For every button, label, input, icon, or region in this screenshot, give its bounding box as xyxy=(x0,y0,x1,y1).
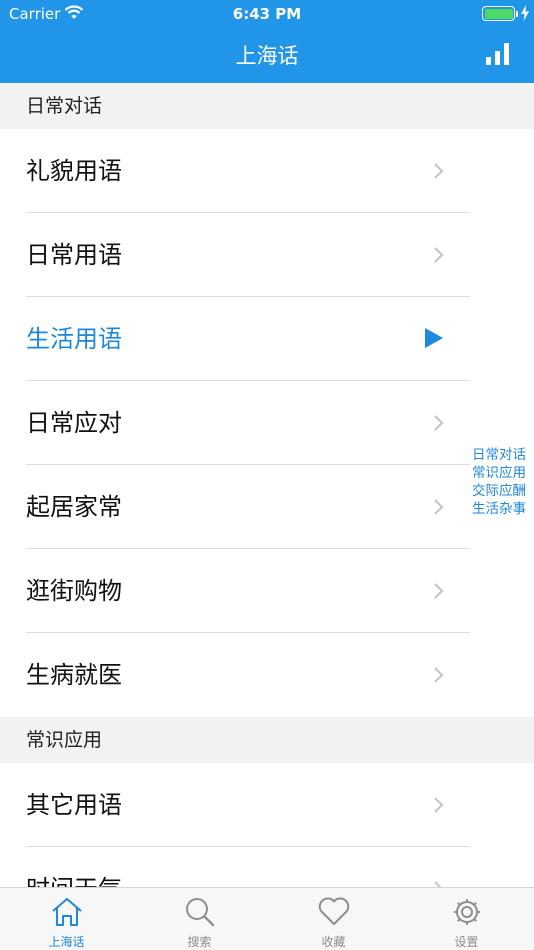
section-index[interactable]: 日常对话 常识应用 交际应酬 生活杂事 xyxy=(472,446,534,518)
home-icon xyxy=(50,896,84,932)
list-item[interactable]: 生病就医 xyxy=(0,633,534,717)
nav-header: Carrier 6:43 PM 上海话 xyxy=(0,0,534,83)
chevron-right-icon xyxy=(432,414,446,436)
status-time: 6:43 PM xyxy=(232,5,302,23)
list-item[interactable]: 时间天气 xyxy=(0,847,534,887)
section-index-item[interactable]: 交际应酬 xyxy=(472,482,534,500)
list-item[interactable]: 日常用语 xyxy=(0,213,534,297)
section-index-item[interactable]: 生活杂事 xyxy=(472,500,534,518)
tab-bar: 上海话 搜索 收藏 设置 xyxy=(0,887,534,950)
section-index-item[interactable]: 常识应用 xyxy=(472,464,534,482)
heart-icon xyxy=(317,896,351,930)
section-index-item[interactable]: 日常对话 xyxy=(472,446,534,464)
status-bar: Carrier 6:43 PM xyxy=(0,0,534,28)
tab-settings[interactable]: 设置 xyxy=(400,888,533,950)
list-item-label: 日常用语 xyxy=(26,241,122,269)
battery-cap xyxy=(516,11,518,17)
search-icon xyxy=(184,896,216,932)
list-item[interactable]: 逛街购物 xyxy=(0,549,534,633)
phrase-list[interactable]: 日常对话 礼貌用语 日常用语 生活用语 日常应对 起居家常 逛街购物 生病就医 … xyxy=(0,83,534,887)
list-item-label: 生活用语 xyxy=(26,325,122,353)
list-item-label: 其它用语 xyxy=(26,791,122,819)
chevron-right-icon xyxy=(432,246,446,268)
list-item[interactable]: 礼貌用语 xyxy=(0,129,534,213)
tab-favorites[interactable]: 收藏 xyxy=(267,888,400,950)
play-icon[interactable] xyxy=(424,327,444,353)
list-item[interactable]: 起居家常 xyxy=(0,465,534,549)
tab-home[interactable]: 上海话 xyxy=(0,888,133,950)
section-header: 常识应用 xyxy=(0,717,534,763)
list-item-label: 起居家常 xyxy=(26,493,122,521)
bar-chart-icon[interactable] xyxy=(484,42,512,66)
list-item-label: 日常应对 xyxy=(26,409,122,437)
charging-icon xyxy=(520,5,530,25)
list-item-label: 逛街购物 xyxy=(26,577,122,605)
chevron-right-icon xyxy=(432,880,446,887)
section-header: 日常对话 xyxy=(0,83,534,129)
tab-label: 上海话 xyxy=(48,935,85,949)
chevron-right-icon xyxy=(432,498,446,520)
list-item-active[interactable]: 生活用语 xyxy=(0,297,534,381)
list-item-label: 时间天气 xyxy=(26,847,122,887)
tab-label: 设置 xyxy=(454,935,479,949)
page-title: 上海话 xyxy=(235,44,299,68)
list-item[interactable]: 日常应对 xyxy=(0,381,534,465)
list-item-label: 礼貌用语 xyxy=(26,157,122,185)
list-item[interactable]: 其它用语 xyxy=(0,763,534,847)
list-item-label: 生病就医 xyxy=(26,661,122,689)
battery-icon xyxy=(482,6,515,21)
chevron-right-icon xyxy=(432,582,446,604)
tab-label: 搜索 xyxy=(187,935,212,949)
tab-label: 收藏 xyxy=(321,935,346,949)
gear-icon xyxy=(451,896,483,932)
chevron-right-icon xyxy=(432,796,446,818)
chevron-right-icon xyxy=(432,162,446,184)
chevron-right-icon xyxy=(432,666,446,688)
tab-search[interactable]: 搜索 xyxy=(133,888,266,950)
